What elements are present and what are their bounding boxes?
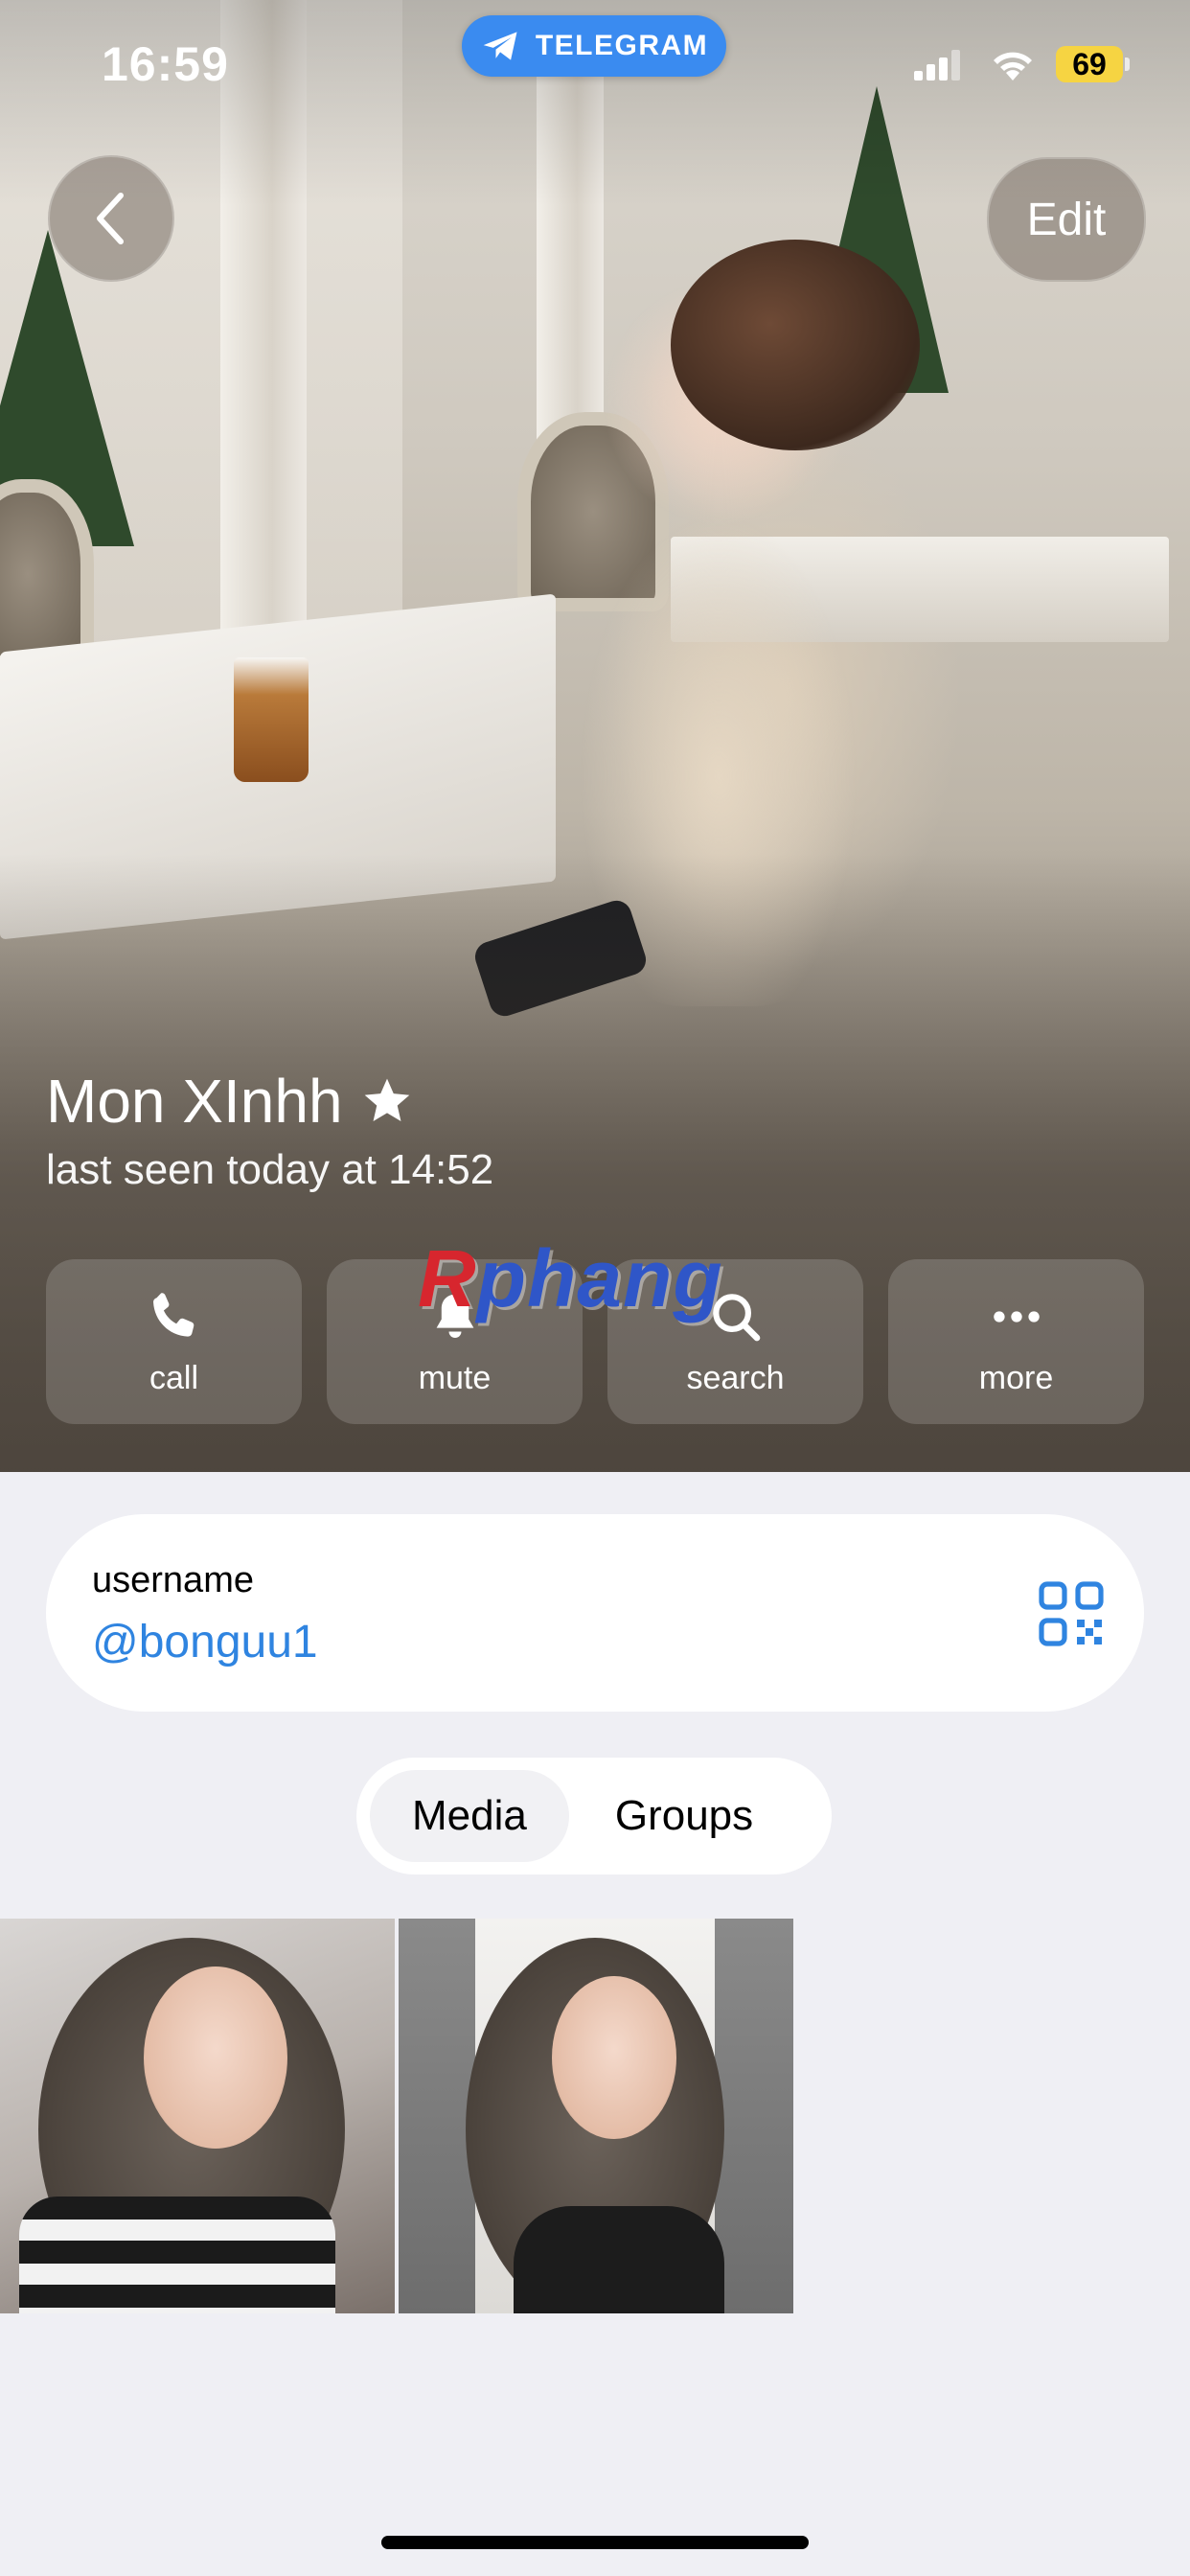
last-seen-status: last seen today at 14:52 <box>46 1146 494 1193</box>
telegram-icon <box>483 32 517 60</box>
username-card[interactable]: username @bonguu1 <box>46 1514 1144 1712</box>
chevron-left-icon <box>97 193 124 244</box>
status-time: 16:59 <box>102 37 229 91</box>
media-grid <box>0 1919 793 2313</box>
home-indicator <box>381 2536 809 2549</box>
media-thumbnail[interactable] <box>0 1919 395 2313</box>
media-tabs: Media Groups <box>356 1758 832 1874</box>
watermark-first-letter: R <box>418 1233 477 1323</box>
profile-name-row: Mon XInhh <box>46 1066 414 1137</box>
call-button[interactable]: call <box>46 1259 302 1424</box>
call-label: call <box>149 1359 199 1396</box>
edit-button[interactable]: Edit <box>987 157 1146 282</box>
watermark-rest: phang <box>476 1233 723 1323</box>
photo-face <box>552 1976 676 2139</box>
signal-icon <box>914 50 960 80</box>
photo-clothing <box>514 2206 724 2313</box>
wifi-icon <box>994 52 1032 80</box>
media-thumbnail[interactable] <box>399 1919 793 2313</box>
more-button[interactable]: more <box>888 1259 1144 1424</box>
search-label: search <box>686 1359 785 1396</box>
username-value[interactable]: @bonguu1 <box>92 1616 318 1668</box>
more-label: more <box>978 1359 1054 1396</box>
profile-name: Mon XInhh <box>46 1067 343 1136</box>
mute-label: mute <box>418 1359 492 1396</box>
qr-code-icon[interactable] <box>1039 1581 1104 1646</box>
more-icon <box>993 1310 1040 1322</box>
battery-tip <box>1125 58 1130 71</box>
battery-indicator: 69 <box>1056 46 1123 82</box>
photo-face <box>144 1966 287 2149</box>
tab-groups[interactable]: Groups <box>573 1770 795 1862</box>
telegram-pill[interactable]: TELEGRAM <box>462 15 726 77</box>
back-button[interactable] <box>48 155 174 282</box>
phone-icon <box>152 1292 194 1337</box>
username-label: username <box>92 1560 254 1600</box>
photo-clothing <box>19 2196 335 2313</box>
tab-media[interactable]: Media <box>370 1770 569 1862</box>
watermark-logo: Rphang <box>418 1232 723 1325</box>
star-icon[interactable] <box>360 1074 414 1128</box>
telegram-pill-label: TELEGRAM <box>535 30 709 61</box>
